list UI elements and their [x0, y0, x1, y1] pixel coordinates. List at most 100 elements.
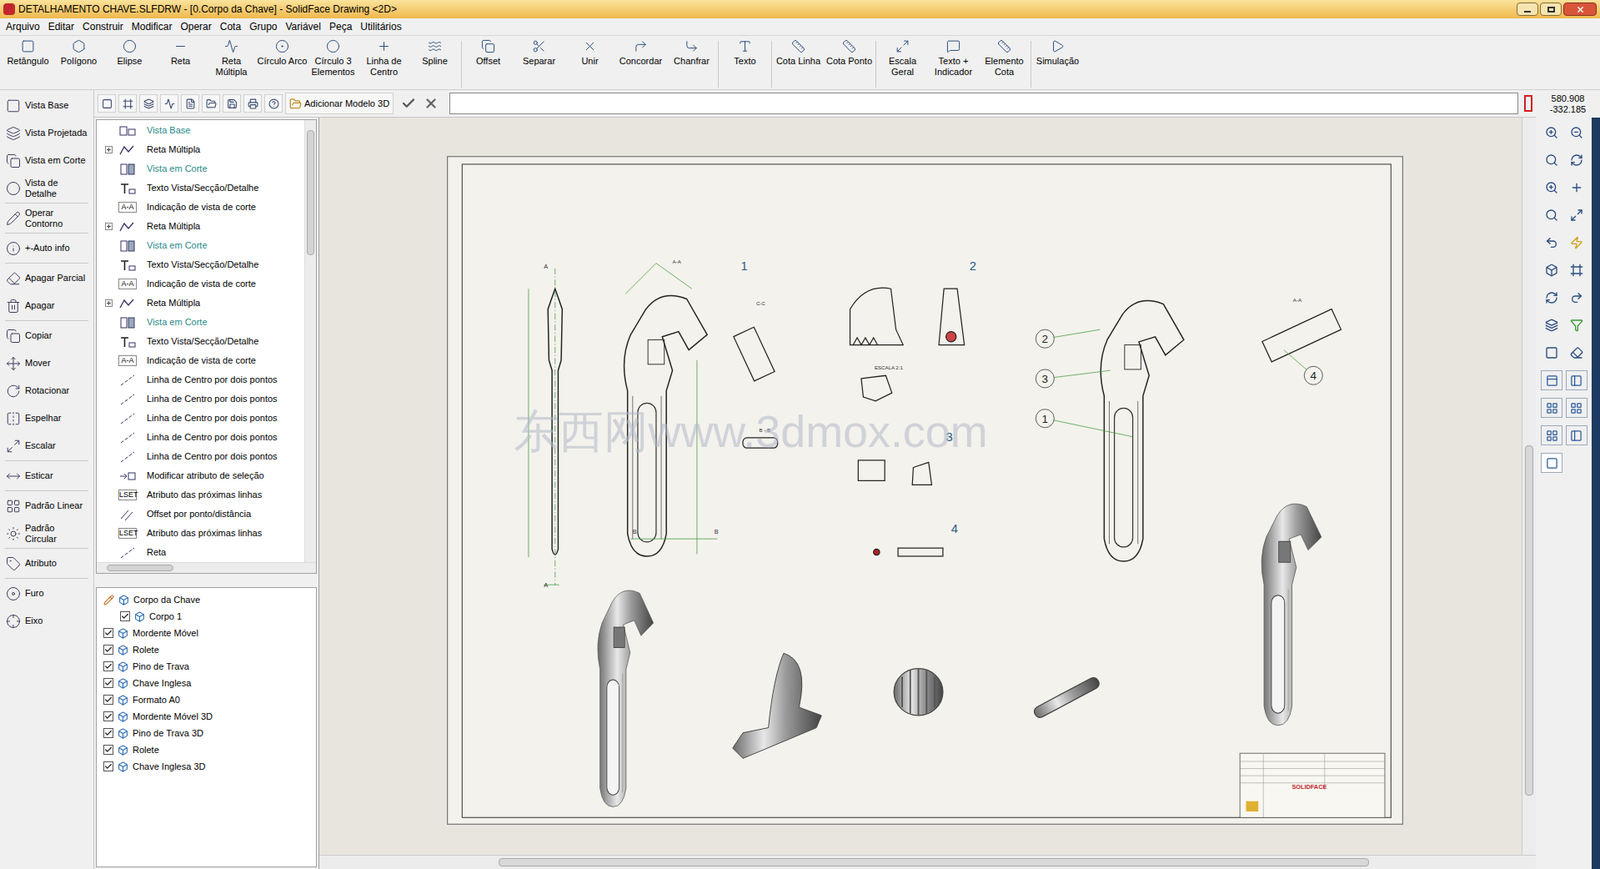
- left-tool[interactable]: Espelhar: [0, 404, 94, 432]
- sub-tool-button[interactable]: [118, 94, 137, 113]
- left-tool[interactable]: Atributo: [0, 549, 94, 577]
- view-tool-button[interactable]: [1565, 232, 1588, 253]
- toolbar-button[interactable]: Elemento Cota: [978, 39, 1030, 90]
- toolbar-button[interactable]: Polígono: [53, 39, 105, 90]
- view-tool-button[interactable]: [1565, 342, 1588, 363]
- view-tool-button[interactable]: [1565, 122, 1588, 143]
- part-checkbox[interactable]: [103, 677, 114, 688]
- history-item[interactable]: Vista Base: [96, 120, 305, 141]
- history-item[interactable]: Texto Vista/Secção/Detalhe: [96, 331, 305, 352]
- history-item[interactable]: Linha de Centro por dois pontos: [96, 389, 305, 409]
- layout-button[interactable]: [1565, 370, 1588, 391]
- history-item[interactable]: A-AIndicação de vista de corte: [96, 274, 305, 294]
- left-tool[interactable]: Esticar: [0, 461, 94, 490]
- history-item[interactable]: Vista em Corte: [96, 235, 305, 256]
- view-tool-button[interactable]: [1540, 150, 1563, 171]
- view-tool-button[interactable]: [1565, 287, 1588, 308]
- menu-item[interactable]: Grupo: [245, 19, 281, 35]
- history-item[interactable]: Reta Múltipla: [96, 140, 305, 160]
- toolbar-button[interactable]: Offset: [462, 39, 514, 90]
- history-item[interactable]: Linha de Centro por dois pontos: [96, 408, 305, 428]
- left-tool[interactable]: Vista em Corte: [0, 146, 94, 175]
- part-checkbox[interactable]: [103, 661, 114, 672]
- left-tool[interactable]: Rotacionar: [0, 376, 94, 405]
- cancel-icon[interactable]: [423, 95, 439, 111]
- history-item[interactable]: Offset por ponto/distância: [96, 504, 305, 524]
- toolbar-button[interactable]: Separar: [513, 39, 565, 90]
- sub-tool-button[interactable]: [201, 94, 221, 113]
- history-hscrollbar[interactable]: [96, 561, 316, 573]
- history-item[interactable]: A-AIndicação de vista de corte: [96, 351, 305, 371]
- part-item[interactable]: Mordente Móvel 3D: [96, 707, 316, 725]
- part-checkbox[interactable]: [103, 694, 114, 705]
- history-item[interactable]: LSETAtributo das próximas linhas: [96, 523, 305, 543]
- part-checkbox[interactable]: [103, 644, 114, 655]
- close-button[interactable]: [1563, 2, 1597, 16]
- menu-item[interactable]: Modificar: [128, 19, 176, 35]
- sub-tool-button[interactable]: [97, 94, 116, 113]
- part-checkbox[interactable]: [120, 611, 131, 622]
- history-scrollbar[interactable]: [304, 120, 316, 562]
- left-tool[interactable]: Padrão Linear: [0, 491, 94, 520]
- expand-icon[interactable]: [105, 299, 113, 307]
- toolbar-button[interactable]: Simulação: [1032, 39, 1084, 90]
- layout-button[interactable]: [1540, 425, 1563, 446]
- left-tool[interactable]: Escalar: [0, 431, 94, 460]
- minimize-button[interactable]: [1516, 2, 1539, 16]
- toolbar-button[interactable]: Reta: [155, 39, 206, 90]
- left-tool[interactable]: Mover: [0, 349, 94, 377]
- left-tool[interactable]: Padrão Circular: [0, 519, 94, 547]
- maximize-button[interactable]: [1539, 2, 1562, 16]
- history-item[interactable]: Reta: [96, 542, 305, 562]
- history-item[interactable]: A-AIndicação de vista de corte: [96, 197, 305, 217]
- view-tool-button[interactable]: [1540, 260, 1563, 281]
- history-item[interactable]: Vista em Corte: [96, 312, 305, 332]
- part-item[interactable]: Chave Inglesa: [96, 674, 316, 692]
- toolbar-button[interactable]: Círculo 3 Elementos: [307, 39, 359, 90]
- part-checkbox[interactable]: [103, 711, 114, 722]
- part-item[interactable]: Corpo da Chave: [96, 591, 316, 608]
- layout-button[interactable]: [1565, 397, 1588, 418]
- sub-tool-button[interactable]: [160, 94, 179, 113]
- toolbar-button[interactable]: Elipse: [104, 39, 156, 90]
- part-item[interactable]: Rolete: [96, 641, 316, 658]
- layout-button[interactable]: [1565, 425, 1588, 446]
- part-checkbox[interactable]: [103, 727, 114, 738]
- drawing-sheet[interactable]: 23141234A-AC-CB - BA-AESCALA 2:1AABB东西网w…: [446, 155, 1404, 825]
- menu-item[interactable]: Peça: [326, 19, 356, 35]
- toolbar-button[interactable]: Unir: [564, 39, 616, 90]
- history-item[interactable]: Linha de Centro por dois pontos: [96, 427, 305, 447]
- history-item[interactable]: Modificar atributo de seleção: [96, 466, 305, 486]
- left-tool[interactable]: Vista de Detalhe: [0, 174, 94, 202]
- view-tool-button[interactable]: [1565, 177, 1588, 198]
- expand-icon[interactable]: [105, 222, 113, 231]
- part-item[interactable]: Mordente Móvel: [96, 624, 316, 642]
- history-item[interactable]: Reta Múltipla: [96, 293, 305, 313]
- add-model-button[interactable]: Adicionar Modelo 3D: [285, 92, 394, 115]
- history-item[interactable]: Linha de Centro por dois pontos: [96, 370, 305, 390]
- menu-item[interactable]: Variável: [282, 19, 325, 35]
- toolbar-button[interactable]: Cota Linha: [772, 39, 824, 90]
- part-item[interactable]: Formato A0: [96, 691, 316, 708]
- menu-item[interactable]: Arquivo: [2, 19, 44, 35]
- view-tool-button[interactable]: [1540, 287, 1563, 308]
- part-checkbox[interactable]: [103, 744, 114, 755]
- toolbar-button[interactable]: Spline: [409, 39, 461, 90]
- part-item[interactable]: Pino de Trava: [96, 657, 316, 675]
- sub-tool-button[interactable]: [243, 94, 262, 113]
- left-tool[interactable]: Apagar Parcial: [0, 264, 94, 292]
- toolbar-button[interactable]: Texto + Indicador: [927, 39, 979, 90]
- view-tool-button[interactable]: [1565, 315, 1588, 336]
- view-tool-button[interactable]: [1540, 232, 1563, 253]
- part-checkbox[interactable]: [103, 761, 114, 772]
- left-tool[interactable]: +-Auto info: [0, 234, 94, 262]
- toolbar-button[interactable]: Reta Múltipla: [205, 39, 257, 90]
- history-item[interactable]: Vista em Corte: [96, 159, 305, 179]
- menu-item[interactable]: Utilitários: [356, 19, 405, 35]
- view-tool-button[interactable]: [1565, 150, 1588, 171]
- view-tool-button[interactable]: [1540, 342, 1563, 363]
- view-tool-button[interactable]: [1540, 177, 1563, 198]
- view-tool-button[interactable]: [1540, 122, 1563, 143]
- history-item[interactable]: Texto Vista/Secção/Detalhe: [96, 178, 305, 198]
- view-tool-button[interactable]: [1565, 205, 1588, 226]
